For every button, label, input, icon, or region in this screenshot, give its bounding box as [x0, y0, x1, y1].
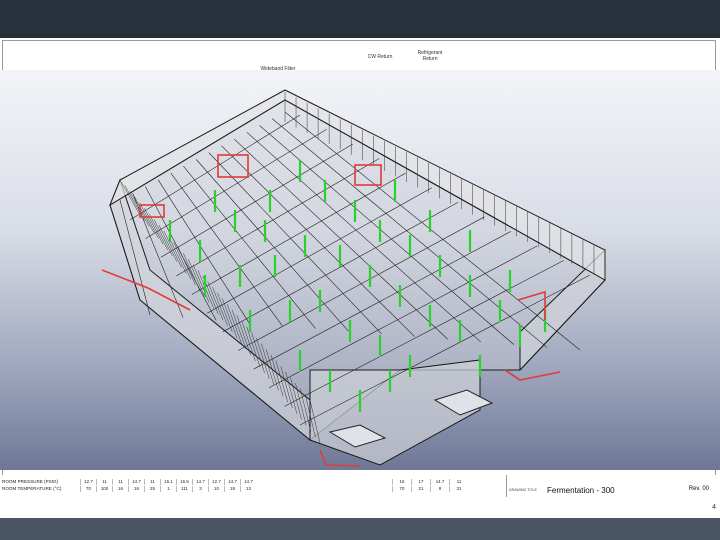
cell: 16.5 [176, 479, 192, 485]
cell: 13 [240, 486, 256, 492]
cell: 16 [112, 486, 128, 492]
cell: 70 [80, 486, 96, 492]
cell: 14.7 [430, 479, 449, 485]
schedule-table: ROOM PRESSURE (PSIG) 12.7 11 11 14.7 11 … [0, 475, 720, 497]
highlight-right-base [504, 369, 561, 381]
schedule-row-label: ROOM TEMPERATURE (°C) [2, 486, 62, 491]
cell: 14.7 [128, 479, 144, 485]
cell: 11 [144, 479, 160, 485]
cell: 16.1 [160, 479, 176, 485]
schedule-row-temperature-values-right: 70 21 8 31 [392, 486, 468, 492]
schedule-row-temperature-values: 70 100 16 16 25 1 111 3 10 18 13 [80, 486, 256, 492]
cell: 14.7 [192, 479, 208, 485]
cell: 31 [449, 486, 468, 492]
cell: 11 [112, 479, 128, 485]
schedule-row-label: ROOM PRESSURE (PSIG) [2, 479, 59, 484]
revision-number: Rev. 00 [688, 486, 709, 492]
cell: 3 [192, 486, 208, 492]
cell: 100 [96, 486, 112, 492]
schedule-row-pressure-values: 12.7 11 11 14.7 11 16.1 16.5 14.7 12.7 1… [80, 479, 256, 485]
title-block: DRAWING TITLE Fermentation - 300 Rev. 00 [506, 475, 713, 497]
3d-model-viewport[interactable] [0, 70, 720, 470]
cell: 25 [144, 486, 160, 492]
cell: 16 [128, 486, 144, 492]
page-number: 4 [712, 504, 716, 511]
schedule-row-pressure-values-right: 16 17 14.7 11 [392, 479, 468, 485]
drawing-title: Fermentation - 300 [547, 486, 615, 495]
cell: 70 [392, 486, 411, 492]
schedule-row-temperature: ROOM TEMPERATURE (°C) [2, 486, 61, 492]
drawing-title-label: DRAWING TITLE [509, 488, 537, 492]
schedule-row-pressure: ROOM PRESSURE (PSIG) [2, 479, 58, 485]
cell: 12.7 [80, 479, 96, 485]
presentation-top-bar [0, 0, 720, 38]
cell: 14.7 [240, 479, 256, 485]
cell: 14.7 [224, 479, 240, 485]
cell: 18 [224, 486, 240, 492]
presentation-bottom-bar [0, 518, 720, 540]
cell: 12.7 [208, 479, 224, 485]
cell: 10 [208, 486, 224, 492]
cell: 11 [96, 479, 112, 485]
cell: 8 [430, 486, 449, 492]
cell: 11 [449, 479, 468, 485]
cw-return-label: CW Return [367, 54, 393, 60]
cell: 111 [176, 486, 192, 492]
cell: 21 [411, 486, 430, 492]
refrigerant-return-label: Refrigerant Return [417, 50, 443, 62]
isometric-facility-model [101, 89, 606, 467]
cell: 16 [392, 479, 411, 485]
cell: 17 [411, 479, 430, 485]
cell: 1 [160, 486, 176, 492]
